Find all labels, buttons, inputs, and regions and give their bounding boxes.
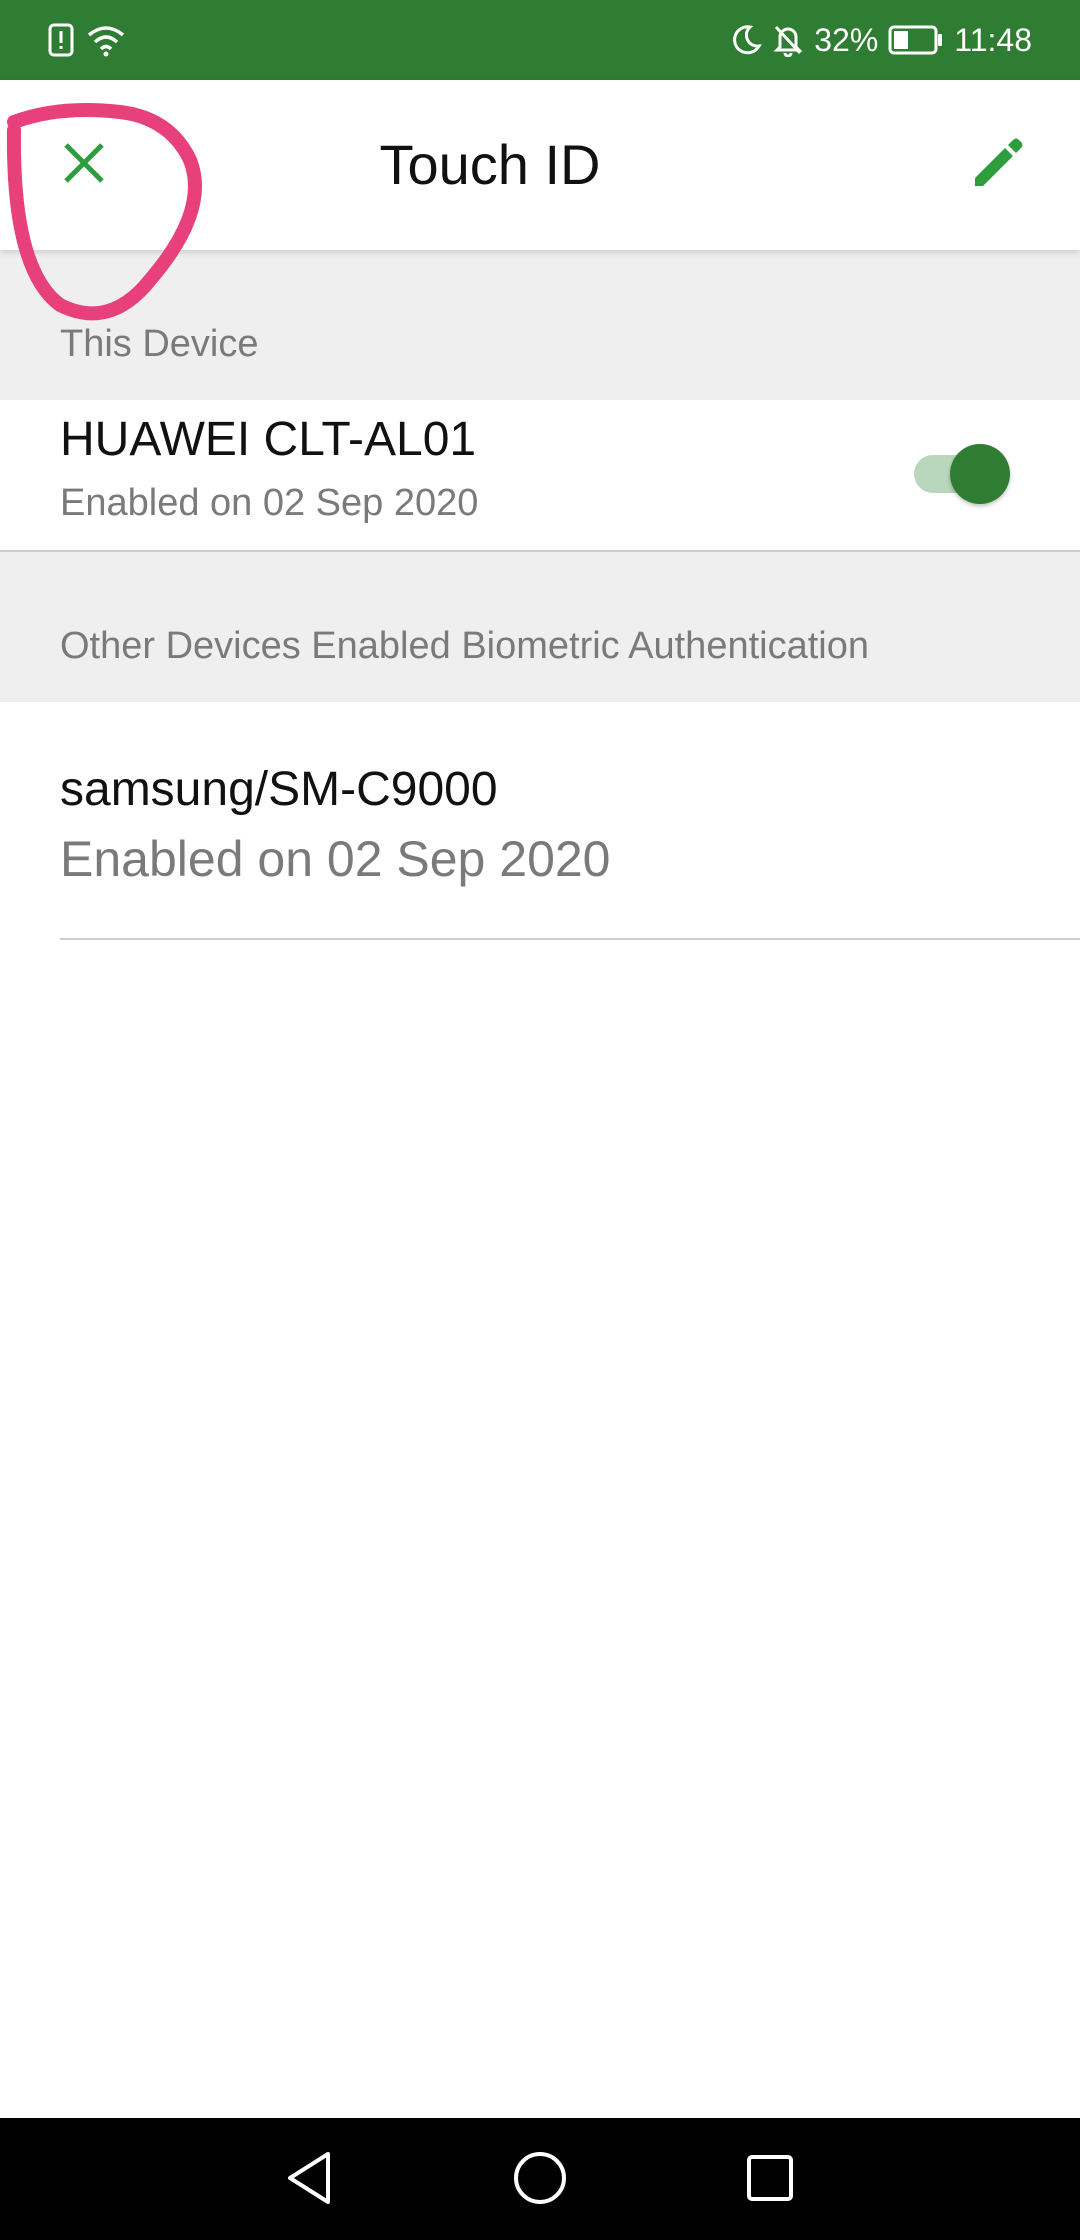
page-title: Touch ID — [379, 133, 601, 196]
toggle-thumb — [950, 444, 1010, 504]
device-row-this-device[interactable]: HUAWEI CLT-AL01 Enabled on 02 Sep 2020 — [0, 400, 1080, 552]
home-button[interactable] — [508, 2148, 572, 2212]
navigation-bar — [0, 2118, 1080, 2240]
status-left — [48, 20, 126, 60]
device-name: samsung/SM-C9000 — [60, 763, 498, 816]
section-header-this-device: This Device — [0, 250, 1080, 400]
battery-text: 32% — [814, 21, 879, 58]
section-header-label: Other Devices Enabled Biometric Authenti… — [60, 625, 869, 667]
recents-button[interactable] — [738, 2148, 802, 2212]
section-header-label: This Device — [60, 323, 259, 365]
clock: 11:48 — [954, 21, 1032, 58]
status-right: 32% 11:48 — [730, 18, 1032, 62]
device-name: HUAWEI CLT-AL01 — [60, 413, 477, 466]
bell-off-icon — [772, 23, 804, 57]
status-bar: 32% 11:48 — [0, 0, 1080, 80]
device-enabled-date: Enabled on 02 Sep 2020 — [60, 482, 479, 524]
device-row-other[interactable]: samsung/SM-C9000 Enabled on 02 Sep 2020 — [0, 702, 1080, 940]
back-icon — [284, 2150, 336, 2211]
alert-icon — [48, 23, 74, 57]
battery-icon — [888, 25, 944, 55]
recents-icon — [745, 2153, 795, 2208]
home-icon — [512, 2150, 568, 2211]
section-header-other-devices: Other Devices Enabled Biometric Authenti… — [0, 552, 1080, 702]
moon-icon — [730, 24, 763, 56]
biometric-toggle[interactable] — [910, 442, 1010, 506]
edit-button[interactable] — [956, 125, 1040, 205]
pencil-icon — [969, 134, 1027, 197]
divider — [60, 938, 1080, 940]
wifi-icon — [86, 23, 126, 57]
device-enabled-date: Enabled on 02 Sep 2020 — [60, 831, 611, 887]
back-button[interactable] — [278, 2148, 342, 2212]
app-bar: Touch ID — [0, 80, 1080, 250]
